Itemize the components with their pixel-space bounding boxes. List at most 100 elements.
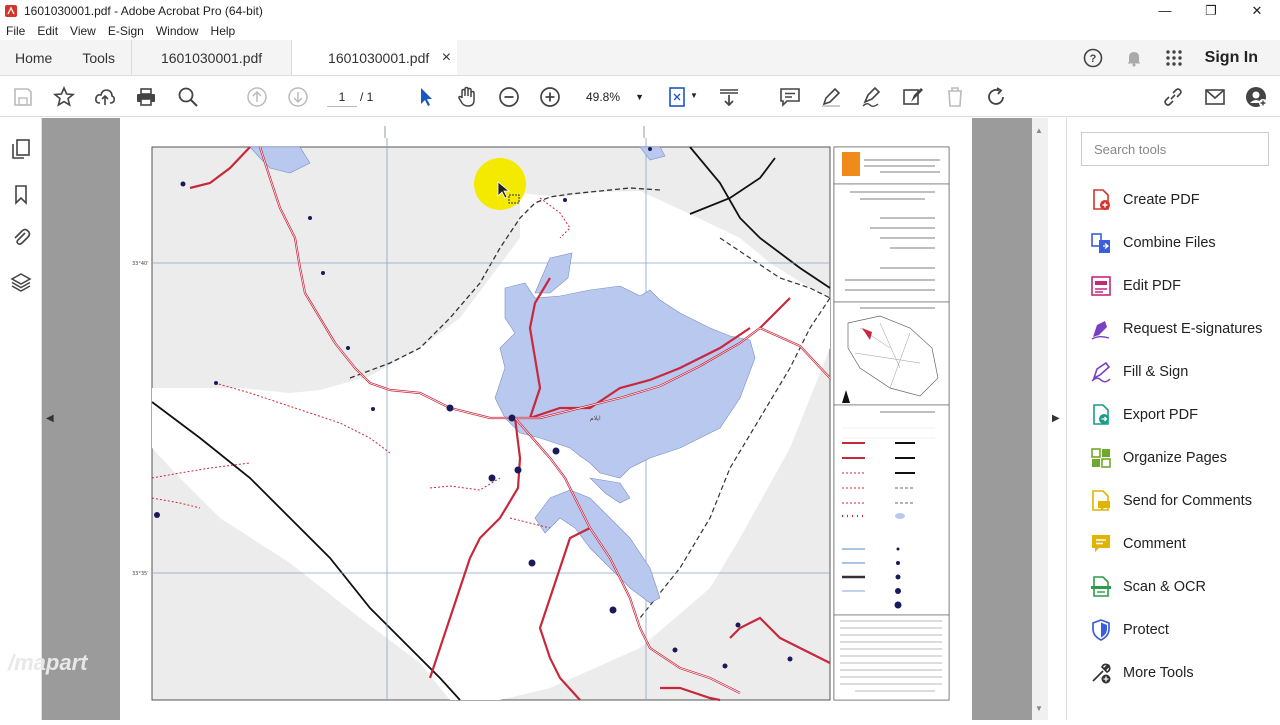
left-navigation-rail: [0, 118, 42, 720]
highlight-pen-icon[interactable]: [819, 85, 843, 109]
tool-comment-label: Comment: [1123, 536, 1186, 552]
comment-bubble-icon[interactable]: [778, 85, 802, 109]
email-icon[interactable]: [1203, 85, 1227, 109]
tab-bar: Home Tools 1601030001.pdf 1601030001.pdf…: [0, 40, 1280, 76]
previous-page-icon[interactable]: [245, 85, 269, 109]
menu-help[interactable]: Help: [205, 24, 242, 38]
scan-ocr-icon: [1091, 576, 1111, 597]
sign-in-button[interactable]: Sign In: [1205, 49, 1258, 67]
tool-fill-sign[interactable]: Fill & Sign: [1089, 357, 1188, 387]
tab-document-2-label: 1601030001.pdf: [328, 49, 430, 66]
menu-edit[interactable]: Edit: [31, 24, 64, 38]
zoom-in-icon[interactable]: [538, 85, 562, 109]
tools-panel: Search tools Create PDF Combine Files Ed…: [1066, 118, 1280, 720]
watermark-text: /mapart: [8, 650, 88, 675]
tool-protect[interactable]: Protect: [1089, 615, 1169, 645]
select-cursor-icon[interactable]: [414, 85, 438, 109]
delete-trash-icon[interactable]: [943, 85, 967, 109]
tab-close-icon[interactable]: ×: [442, 49, 451, 67]
tab-document-2[interactable]: 1601030001.pdf ×: [291, 40, 458, 75]
page-thumbnails-icon[interactable]: [10, 138, 32, 160]
add-user-icon[interactable]: [1244, 85, 1268, 109]
main-toolbar: 1 / 1 49.8% ▼ ▼: [0, 77, 1280, 117]
maximize-button[interactable]: ❐: [1188, 0, 1234, 22]
tool-create-pdf-label: Create PDF: [1123, 192, 1200, 208]
menu-file[interactable]: File: [0, 24, 31, 38]
scroll-mode-icon[interactable]: [717, 85, 741, 109]
tool-protect-label: Protect: [1123, 622, 1169, 638]
tool-scan-ocr-label: Scan & OCR: [1123, 579, 1206, 595]
protect-icon: [1092, 619, 1110, 641]
hand-tool-icon[interactable]: [455, 85, 479, 109]
page-total: / 1: [360, 90, 374, 104]
menu-bar: File Edit View E-Sign Window Help: [0, 22, 1280, 40]
search-tools-input[interactable]: Search tools: [1081, 132, 1269, 166]
request-esign-icon: [1091, 321, 1110, 340]
page-fit-chevron-icon[interactable]: ▼: [690, 91, 698, 100]
coord-label-1: 33°40': [132, 261, 149, 267]
notification-bell-icon[interactable]: [1125, 49, 1143, 67]
tool-request-esignatures-label: Request E-signatures: [1123, 321, 1263, 337]
collapse-right-panel-icon[interactable]: ▶: [1052, 413, 1060, 424]
minimize-button[interactable]: —: [1142, 0, 1188, 22]
menu-esign[interactable]: E-Sign: [102, 24, 150, 38]
help-icon[interactable]: ?: [1083, 48, 1103, 68]
comment-icon: [1092, 535, 1110, 552]
tool-more-tools[interactable]: More Tools: [1089, 658, 1194, 688]
close-window-button[interactable]: ✕: [1234, 0, 1280, 22]
organize-pages-icon: [1091, 448, 1111, 468]
vertical-scrollbar[interactable]: ▲ ▼: [1032, 118, 1048, 720]
bookmark-star-icon[interactable]: [52, 85, 76, 109]
tool-request-esignatures[interactable]: Request E-signatures: [1089, 314, 1262, 344]
upload-cloud-icon[interactable]: [93, 85, 117, 109]
tab-home[interactable]: Home: [0, 40, 66, 75]
tool-export-pdf-label: Export PDF: [1123, 407, 1198, 423]
scroll-down-icon[interactable]: ▼: [1035, 704, 1043, 713]
coord-label-2: 33°35': [132, 571, 149, 577]
bookmarks-icon[interactable]: [10, 183, 32, 205]
tool-organize-pages[interactable]: Organize Pages: [1089, 443, 1227, 473]
tool-comment[interactable]: Comment: [1089, 529, 1186, 559]
tool-export-pdf[interactable]: Export PDF: [1089, 400, 1198, 430]
print-icon[interactable]: [134, 85, 158, 109]
page-number-input[interactable]: 1: [327, 87, 357, 107]
pdf-page: 33°40' 33°35' ایلام: [120, 118, 972, 720]
next-page-icon[interactable]: [286, 85, 310, 109]
zoom-out-icon[interactable]: [497, 85, 521, 109]
sign-pen-icon[interactable]: [860, 85, 884, 109]
tool-combine-files-label: Combine Files: [1123, 235, 1216, 251]
tool-create-pdf[interactable]: Create PDF: [1089, 185, 1200, 215]
rotate-icon[interactable]: [984, 85, 1008, 109]
tool-organize-pages-label: Organize Pages: [1123, 450, 1227, 466]
edit-text-icon[interactable]: [901, 85, 925, 109]
tool-combine-files[interactable]: Combine Files: [1089, 228, 1216, 258]
tab-tools[interactable]: Tools: [66, 40, 131, 75]
tool-send-for-comments[interactable]: Send for Comments: [1089, 486, 1252, 516]
zoom-level-select[interactable]: 49.8% ▼: [580, 87, 644, 107]
send-comments-icon: [1092, 490, 1110, 511]
acrobat-app-icon: [5, 5, 17, 17]
menu-view[interactable]: View: [64, 24, 102, 38]
combine-files-icon: [1091, 233, 1110, 253]
document-viewer[interactable]: ◀ 33°40' 33°35' ایلام: [42, 118, 1048, 720]
fill-sign-icon: [1091, 361, 1111, 383]
more-tools-icon: [1092, 663, 1111, 684]
tab-document-1[interactable]: 1601030001.pdf: [131, 40, 291, 75]
edit-pdf-icon: [1091, 276, 1111, 296]
save-icon[interactable]: [11, 85, 35, 109]
tool-scan-ocr[interactable]: Scan & OCR: [1089, 572, 1206, 602]
apps-grid-icon[interactable]: [1165, 49, 1183, 67]
chevron-down-icon: ▼: [635, 92, 644, 102]
find-magnifier-icon[interactable]: [176, 85, 200, 109]
layers-icon[interactable]: [10, 271, 32, 293]
collapse-left-panel-icon[interactable]: ◀: [46, 413, 54, 424]
title-bar: 1601030001.pdf - Adobe Acrobat Pro (64-b…: [0, 0, 1280, 22]
tool-edit-pdf[interactable]: Edit PDF: [1089, 271, 1181, 301]
tool-send-for-comments-label: Send for Comments: [1123, 493, 1252, 509]
share-link-icon[interactable]: [1161, 85, 1185, 109]
scroll-up-icon[interactable]: ▲: [1035, 126, 1043, 135]
menu-window[interactable]: Window: [150, 24, 205, 38]
tool-edit-pdf-label: Edit PDF: [1123, 278, 1182, 294]
attachments-paperclip-icon[interactable]: [10, 226, 32, 248]
page-fit-icon[interactable]: [666, 85, 690, 109]
